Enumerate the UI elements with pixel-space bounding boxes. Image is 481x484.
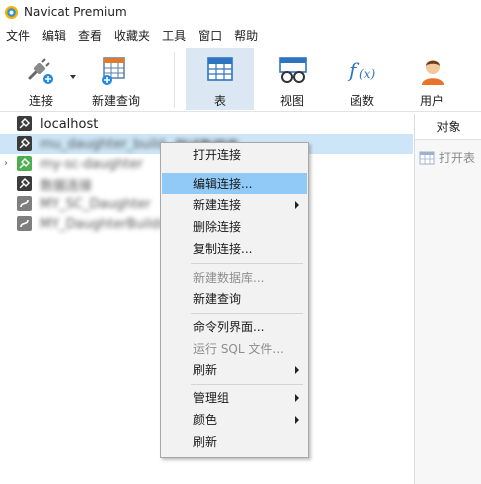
menu-item-color[interactable]: 颜色 <box>162 409 307 430</box>
object-panel: 对象 打开表 <box>414 114 481 484</box>
function-icon: f (x) <box>347 58 375 82</box>
menu-item-refresh-submenu[interactable]: 刷新 <box>162 359 307 380</box>
menu-edit[interactable]: 编辑 <box>36 26 72 46</box>
tree-item-label: my-sc-daughter <box>40 156 143 172</box>
menu-item-new-connection[interactable]: 新建连接 <box>162 194 307 215</box>
new-query-button[interactable]: 新建查询 <box>88 48 150 110</box>
new-query-icon <box>102 57 125 85</box>
open-table-label: 打开表 <box>439 151 476 165</box>
menu-item-new-database[interactable]: 新建数据库... <box>162 267 307 288</box>
table-label: 表 <box>214 94 227 108</box>
window-title: Navicat Premium <box>24 5 127 19</box>
mysql-connection-icon <box>17 136 32 151</box>
context-menu: 打开连接 编辑连接... 新建连接 删除连接 复制连接... 新建数据库... … <box>160 142 309 458</box>
tree-item-label: MY_SC_Daughter <box>40 196 151 212</box>
menu-view[interactable]: 查看 <box>72 26 108 46</box>
menu-item-label: 管理组 <box>193 391 230 405</box>
open-table-icon <box>419 151 435 164</box>
function-button[interactable]: f (x) 函数 <box>332 48 394 110</box>
menu-separator <box>191 263 303 264</box>
menu-separator <box>191 313 303 314</box>
view-label: 视图 <box>280 94 305 108</box>
menu-item-label: 颜色 <box>193 413 218 427</box>
submenu-arrow-icon <box>295 394 299 402</box>
menu-file[interactable]: 文件 <box>0 26 36 46</box>
title-bar: Navicat Premium <box>0 0 481 24</box>
menu-tools[interactable]: 工具 <box>156 26 192 46</box>
view-button[interactable]: 视图 <box>262 48 324 110</box>
menu-item-new-query[interactable]: 新建查询 <box>162 288 307 309</box>
submenu-arrow-icon <box>295 201 299 209</box>
menu-item-label: 命令列界面... <box>193 320 265 334</box>
user-icon <box>422 60 444 85</box>
connect-button[interactable]: 连接 <box>10 48 72 110</box>
menu-item-label: 新建数据库... <box>193 271 265 285</box>
expand-chevron-icon[interactable]: › <box>4 158 8 169</box>
navicat-logo-icon <box>4 5 19 19</box>
menu-item-run-sql-file[interactable]: 运行 SQL 文件... <box>162 338 307 359</box>
submenu-arrow-icon <box>295 416 299 424</box>
submenu-arrow-icon <box>295 366 299 374</box>
view-icon <box>279 57 307 83</box>
menu-item-command-line[interactable]: 命令列界面... <box>162 316 307 337</box>
mysql-connection-icon <box>17 176 32 191</box>
menu-item-delete-connection[interactable]: 删除连接 <box>162 216 307 237</box>
menu-item-label: 删除连接 <box>193 220 242 234</box>
sqlserver-connection-icon <box>17 196 32 211</box>
menu-item-label: 新建连接 <box>193 198 242 212</box>
menu-item-label: 复制连接... <box>193 242 253 256</box>
toolbar-separator <box>174 52 175 108</box>
menu-window[interactable]: 窗口 <box>192 26 228 46</box>
user-button[interactable]: 用户 <box>402 48 464 110</box>
menu-item-refresh[interactable]: 刷新 <box>162 431 307 452</box>
user-label: 用户 <box>420 94 445 108</box>
menu-item-open-connection[interactable]: 打开连接 <box>162 144 307 165</box>
sqlserver-connection-icon <box>17 216 32 231</box>
svg-text:(x): (x) <box>359 67 375 81</box>
menu-item-label: 打开连接 <box>193 148 242 162</box>
table-icon <box>207 57 233 81</box>
menu-item-manage-group[interactable]: 管理组 <box>162 387 307 408</box>
tree-item-localhost[interactable]: localhost <box>0 114 413 134</box>
menu-favorites[interactable]: 收藏夹 <box>108 26 156 46</box>
tree-item-label: mu_daughter_build <box>40 136 166 152</box>
tab-objects[interactable]: 对象 <box>415 114 481 140</box>
connect-label: 连接 <box>29 94 54 108</box>
menu-bar: 文件 编辑 查看 收藏夹 工具 窗口 帮助 <box>0 26 264 46</box>
menu-item-label: 新建查询 <box>193 292 242 306</box>
menu-separator <box>191 384 303 385</box>
menu-item-label: 刷新 <box>193 435 218 449</box>
menu-help[interactable]: 帮助 <box>228 26 264 46</box>
menu-item-edit-connection[interactable]: 编辑连接... <box>162 173 307 194</box>
menu-item-copy-connection[interactable]: 复制连接... <box>162 238 307 259</box>
tree-item-label: MY_DaughterBuilds <box>40 216 167 232</box>
tree-item-label: 数据连接 <box>40 178 93 194</box>
menu-item-label: 刷新 <box>193 363 218 377</box>
menu-item-label: 运行 SQL 文件... <box>193 342 284 356</box>
open-table-button[interactable]: 打开表 <box>419 149 475 166</box>
mysql-connection-open-icon <box>17 156 32 171</box>
mysql-connection-icon <box>17 116 32 131</box>
plug-icon <box>28 58 53 84</box>
connect-dropdown-caret-icon[interactable] <box>70 75 76 79</box>
table-button[interactable]: 表 <box>186 48 254 110</box>
toolbar: 连接 新建查询 表 视图 f (x) 函数 用户 <box>0 48 481 112</box>
tree-item-label: localhost <box>40 116 99 132</box>
function-label: 函数 <box>350 94 375 108</box>
menu-item-label: 编辑连接... <box>193 177 253 191</box>
new-query-label: 新建查询 <box>92 94 141 108</box>
